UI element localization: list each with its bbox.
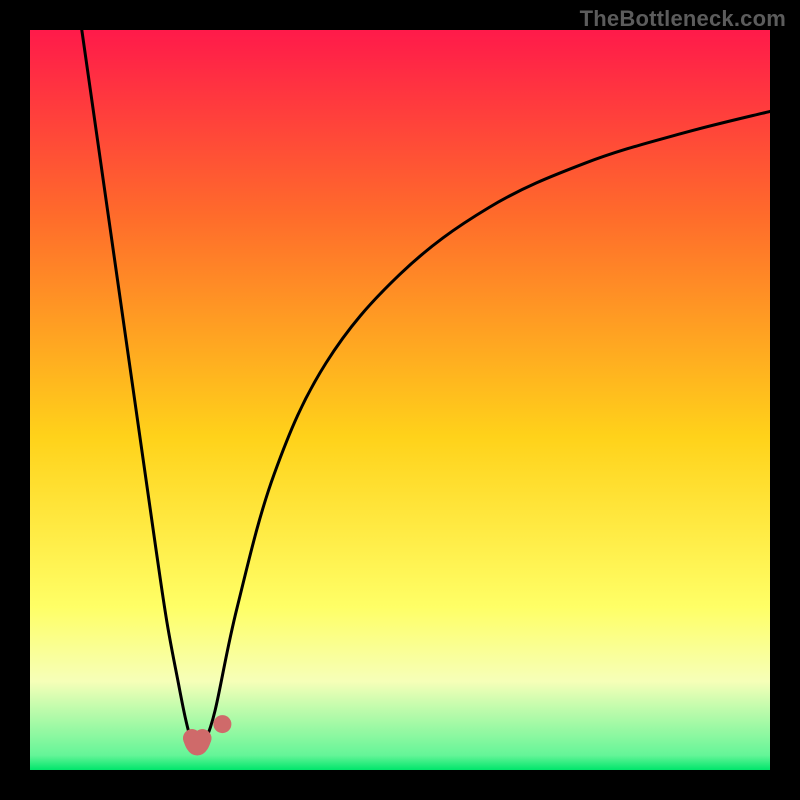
plot-frame bbox=[30, 30, 770, 770]
plot-svg bbox=[30, 30, 770, 770]
marker-valley-u-right bbox=[193, 729, 211, 747]
watermark-text: TheBottleneck.com bbox=[580, 6, 786, 32]
marker-valley-dot bbox=[213, 715, 231, 733]
